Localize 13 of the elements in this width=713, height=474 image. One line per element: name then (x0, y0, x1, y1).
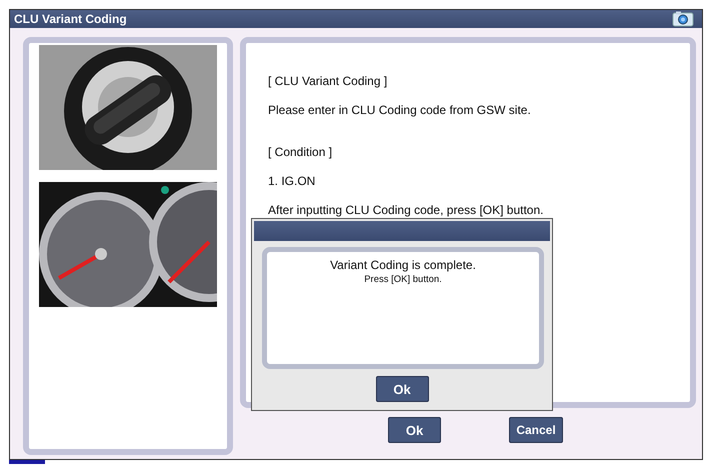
instruction-text: Please enter in CLU Coding code from GSW site. (268, 102, 532, 118)
message-text: Variant Coding is complete. (329, 258, 477, 272)
window-title: CLU Variant Coding (14, 12, 127, 26)
status-strip (9, 460, 45, 464)
ok-button[interactable]: Ok (376, 376, 428, 402)
camera-icon[interactable] (672, 11, 694, 27)
dialog-button[interactable]: Cancel (509, 417, 563, 443)
instruction-text: After inputting CLU Coding code, press [OK] button. (268, 202, 544, 218)
message-detail: Press [OK] button. (363, 274, 443, 285)
instruction-text: [ Condition ] (268, 144, 334, 160)
instruction-text: 1. IG.ON (268, 173, 316, 189)
instruction-text: [ CLU Variant Coding ] (268, 73, 388, 89)
dialog-button[interactable]: Ok (388, 417, 441, 443)
